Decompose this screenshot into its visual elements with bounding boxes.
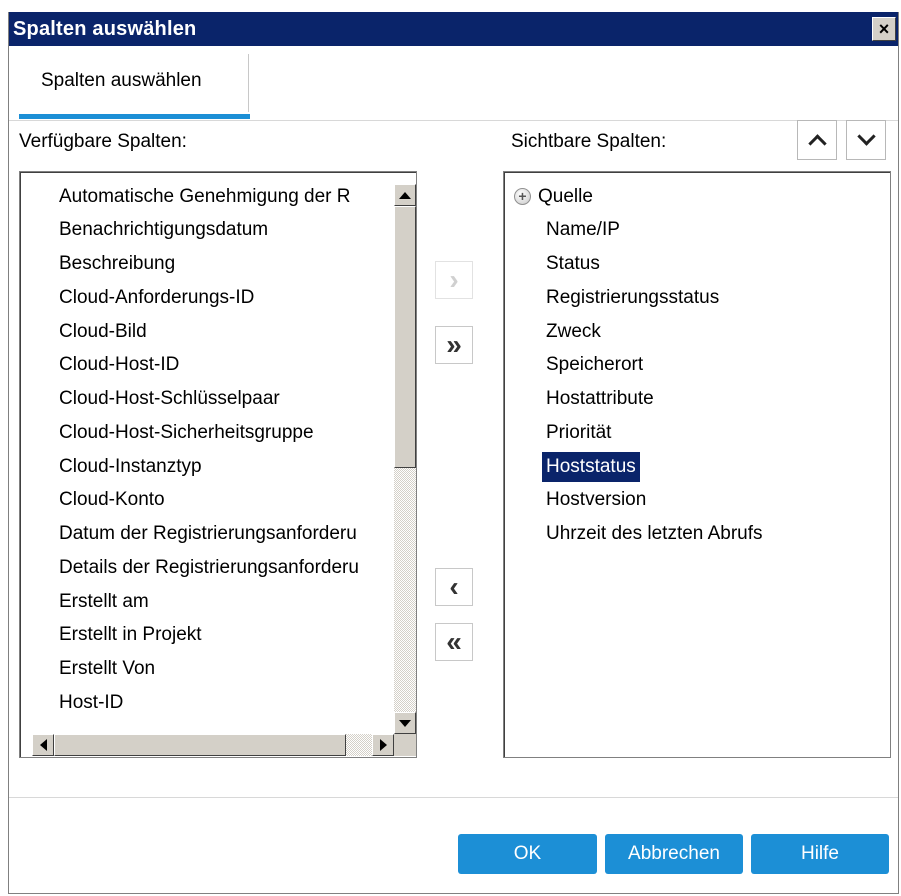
- list-item[interactable]: Automatische Genehmigung der R: [59, 182, 351, 212]
- list-item[interactable]: Erstellt am: [59, 587, 149, 617]
- arrow-left-icon: [39, 739, 47, 751]
- select-columns-dialog: Spalten auswählen × Spalten auswählen Ve…: [8, 12, 899, 894]
- scrollbar-corner: [394, 734, 416, 756]
- ok-label: OK: [513, 843, 542, 864]
- add-column-button[interactable]: ›: [435, 261, 473, 299]
- arrow-down-icon: [399, 719, 411, 727]
- tab-bar: Spalten auswählen: [9, 46, 898, 121]
- list-item[interactable]: Datum der Registrierungsanforderu: [59, 519, 357, 549]
- list-item[interactable]: Cloud-Instanztyp: [59, 452, 202, 482]
- list-item[interactable]: Name/IP: [546, 215, 620, 245]
- title-bar: Spalten auswählen ×: [9, 12, 898, 46]
- list-item[interactable]: Cloud-Host-ID: [59, 350, 179, 380]
- help-button[interactable]: Hilfe: [751, 834, 889, 874]
- scroll-down-button[interactable]: [394, 712, 416, 734]
- list-item[interactable]: Quelle: [538, 182, 593, 212]
- list-item[interactable]: Cloud-Bild: [59, 317, 147, 347]
- list-item[interactable]: Speicherort: [546, 350, 643, 380]
- vertical-scroll-thumb[interactable]: [394, 206, 416, 468]
- scroll-right-button[interactable]: [372, 734, 394, 756]
- help-label: Hilfe: [800, 843, 839, 864]
- horizontal-scroll-thumb[interactable]: [54, 734, 346, 756]
- list-item[interactable]: Beschreibung: [59, 249, 175, 279]
- visible-columns-label: Sichtbare Spalten:: [511, 131, 667, 152]
- ok-button[interactable]: OK: [458, 834, 597, 874]
- list-item[interactable]: Cloud-Anforderungs-ID: [59, 283, 254, 313]
- footer-divider: [9, 797, 898, 798]
- scroll-left-button[interactable]: [32, 734, 54, 756]
- list-item[interactable]: Registrierungsstatus: [546, 283, 719, 313]
- list-item[interactable]: Uhrzeit des letzten Abrufs: [546, 519, 763, 549]
- list-item[interactable]: Cloud-Konto: [59, 485, 165, 515]
- list-item[interactable]: Benachrichtigungsdatum: [59, 215, 268, 245]
- available-columns-label: Verfügbare Spalten:: [19, 131, 187, 152]
- list-item[interactable]: Cloud-Host-Schlüsselpaar: [59, 384, 280, 414]
- chevron-down-icon: [856, 127, 876, 146]
- available-columns-list[interactable]: Automatische Genehmigung der R Benachric…: [19, 171, 417, 758]
- list-item[interactable]: Priorität: [546, 418, 611, 448]
- active-tab-indicator: [19, 114, 250, 119]
- close-button[interactable]: ×: [872, 17, 896, 41]
- cancel-label: Abbrechen: [628, 843, 720, 864]
- remove-all-columns-button[interactable]: «: [435, 623, 473, 661]
- vertical-scrollbar[interactable]: [394, 184, 416, 734]
- list-item-selected[interactable]: Hoststatus: [542, 452, 640, 482]
- list-item[interactable]: Erstellt Von: [59, 654, 155, 684]
- move-up-button[interactable]: [797, 120, 837, 160]
- chevron-left-icon: ‹: [449, 571, 459, 602]
- plus-circle-icon[interactable]: +: [514, 188, 531, 205]
- double-chevron-left-icon: «: [446, 626, 462, 657]
- double-chevron-right-icon: »: [446, 329, 462, 360]
- list-item[interactable]: Status: [546, 249, 600, 279]
- list-item[interactable]: Cloud-Host-Sicherheitsgruppe: [59, 418, 314, 448]
- move-down-button[interactable]: [846, 120, 886, 160]
- list-item[interactable]: Host-ID: [59, 688, 123, 718]
- arrow-right-icon: [379, 739, 387, 751]
- list-item[interactable]: Details der Registrierungsanforderu: [59, 553, 359, 583]
- arrow-up-icon: [399, 191, 411, 199]
- tab-select-columns[interactable]: Spalten auswählen: [19, 54, 249, 112]
- list-item[interactable]: Hostversion: [546, 485, 646, 515]
- visible-columns-list[interactable]: + Quelle Name/IP Status Registrierungsst…: [503, 171, 891, 758]
- list-item[interactable]: Hostattribute: [546, 384, 654, 414]
- cancel-button[interactable]: Abbrechen: [605, 834, 743, 874]
- list-item[interactable]: Zweck: [546, 317, 601, 347]
- close-icon: ×: [878, 19, 890, 39]
- add-all-columns-button[interactable]: »: [435, 326, 473, 364]
- list-item[interactable]: Erstellt in Projekt: [59, 620, 202, 650]
- tab-label: Spalten auswählen: [41, 70, 202, 91]
- dialog-title: Spalten auswählen: [13, 18, 197, 40]
- horizontal-scrollbar[interactable]: [32, 734, 394, 756]
- chevron-up-icon: [807, 134, 827, 153]
- remove-column-button[interactable]: ‹: [435, 568, 473, 606]
- scroll-up-button[interactable]: [394, 184, 416, 206]
- chevron-right-icon: ›: [449, 264, 459, 295]
